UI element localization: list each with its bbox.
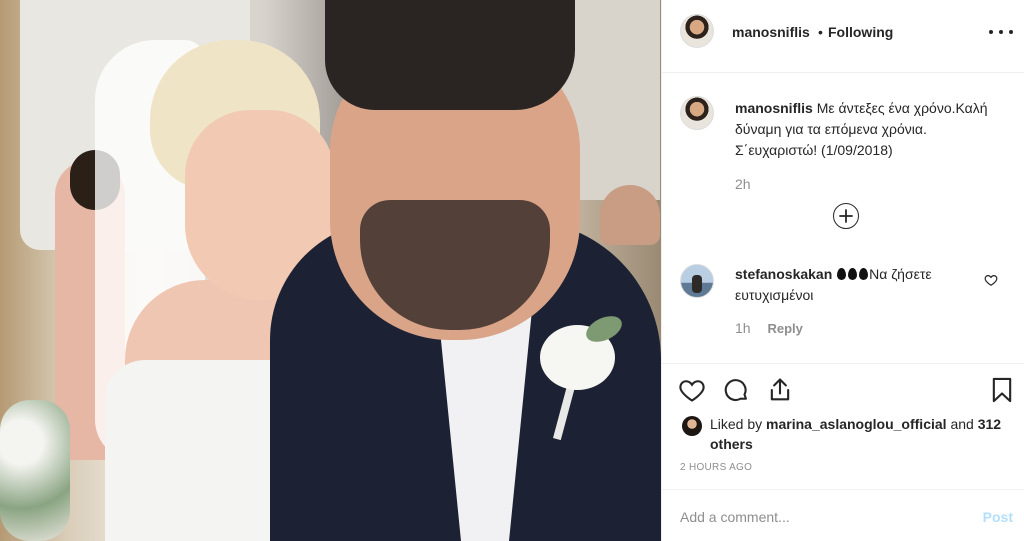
comment-icon[interactable]	[722, 376, 750, 404]
more-icon[interactable]	[989, 22, 1013, 42]
comment-avatar[interactable]	[680, 264, 714, 298]
liker-avatar[interactable]	[682, 416, 702, 436]
share-icon[interactable]	[766, 376, 794, 404]
liker-username[interactable]: marina_aslanoglou_official	[766, 416, 947, 432]
comment-item: stefanoskakan Να ζήσετε ευτυχισμένοι 1h …	[662, 262, 1024, 342]
comment-username[interactable]: stefanoskakan	[735, 266, 832, 282]
photo-guest	[600, 185, 660, 245]
liked-by: Liked by marina_aslanoglou_official and …	[662, 410, 1024, 460]
bookmark-icon[interactable]	[988, 376, 1016, 404]
action-bar	[662, 363, 1024, 409]
liked-by-and: and	[950, 416, 974, 432]
post-timestamp[interactable]: 2 HOURS AGO	[680, 462, 752, 473]
add-comment-bar: Post	[662, 489, 1024, 541]
separator-dot: •	[818, 24, 823, 40]
liked-by-prefix: Liked by	[710, 416, 763, 432]
like-comment-icon[interactable]	[984, 273, 998, 287]
photo-bouquet	[0, 400, 70, 541]
following-button[interactable]: Following	[828, 24, 893, 40]
liked-by-text: Liked by marina_aslanoglou_official and …	[710, 414, 1010, 454]
caption-avatar[interactable]	[680, 96, 714, 130]
post-button[interactable]: Post	[983, 509, 1013, 525]
post-header: manosniflis • Following	[662, 0, 1024, 73]
reply-button[interactable]: Reply	[767, 321, 802, 336]
caption-username[interactable]: manosniflis	[735, 100, 813, 116]
caption-time[interactable]: 2h	[735, 176, 751, 192]
heart-icon[interactable]	[678, 376, 706, 404]
comment-meta: 1h Reply	[735, 320, 803, 336]
comment-text: stefanoskakan Να ζήσετε ευτυχισμένοι	[735, 264, 980, 306]
instagram-post-modal: manosniflis • Following manosniflis Με ά…	[0, 0, 1024, 541]
load-more-icon[interactable]	[833, 203, 859, 229]
post-side-panel: manosniflis • Following manosniflis Με ά…	[661, 0, 1024, 541]
post-username[interactable]: manosniflis	[732, 24, 810, 40]
add-comment-input[interactable]	[680, 506, 950, 528]
avatar[interactable]	[680, 14, 714, 48]
drop-emoji-icon	[836, 266, 869, 282]
caption-text: manosniflis Με άντεξες ένα χρόνο.Καλή δύ…	[735, 98, 1005, 161]
post-photo[interactable]	[0, 0, 661, 541]
comment-time[interactable]: 1h	[735, 320, 751, 336]
photo-groom-hair	[325, 0, 575, 110]
